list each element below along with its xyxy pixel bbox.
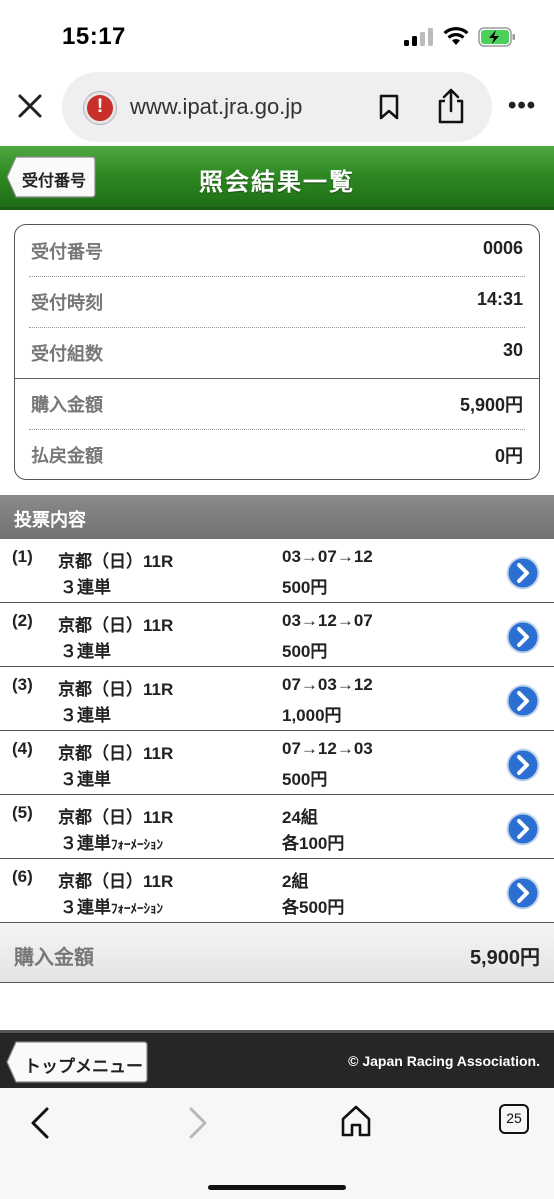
summary-value: 14:31: [476, 289, 523, 309]
summary-label: 払戻金額: [31, 446, 103, 466]
bet-type: ３連単: [60, 706, 111, 725]
browser-toolbar: 25: [0, 1088, 554, 1199]
bet-number: (2): [12, 611, 33, 630]
bet-row[interactable]: (5) 京都（日）11R ３連単ﾌｫｰﾒｰｼｮﾝ 24組 各100円: [0, 795, 554, 859]
security-warning-icon[interactable]: [84, 92, 116, 124]
chevron-right-icon[interactable]: [506, 876, 540, 910]
summary-label: 受付番号: [31, 242, 103, 262]
home-indicator: [208, 1185, 346, 1190]
bet-amount: 各500円: [282, 898, 345, 917]
tabs-icon[interactable]: 25: [499, 1104, 529, 1134]
close-icon[interactable]: [16, 92, 44, 120]
chevron-right-icon[interactable]: [506, 748, 540, 782]
bet-row[interactable]: (3) 京都（日）11R ３連単 07→03→12 1,000円: [0, 667, 554, 731]
bet-number: (4): [12, 739, 33, 758]
total-value: 5,900円: [469, 947, 540, 969]
summary-value: 0円: [494, 446, 523, 466]
bet-number: (6): [12, 867, 33, 886]
copyright: © Japan Racing Association.: [348, 1053, 540, 1069]
bookmark-icon[interactable]: [378, 94, 400, 120]
page-title: 照会結果一覧: [199, 169, 355, 196]
bet-number: (3): [12, 675, 33, 694]
summary-row: 受付組数 30: [15, 327, 539, 378]
chevron-right-icon[interactable]: [506, 684, 540, 718]
share-icon[interactable]: [436, 88, 466, 124]
top-menu-button[interactable]: トップメニュー: [6, 1041, 148, 1083]
bet-row[interactable]: (6) 京都（日）11R ３連単ﾌｫｰﾒｰｼｮﾝ 2組 各500円: [0, 859, 554, 923]
summary-label: 購入金額: [31, 395, 103, 415]
chevron-right-icon[interactable]: [506, 620, 540, 654]
bet-type: ３連単: [60, 642, 111, 661]
more-options-icon[interactable]: •••: [508, 94, 536, 118]
section-header: 投票内容: [0, 495, 554, 539]
bet-amount: 1,000円: [282, 706, 342, 725]
summary-row: 受付番号 0006: [15, 225, 539, 276]
bet-amount: 500円: [282, 770, 328, 789]
status-time: 15:17: [62, 23, 126, 50]
home-icon[interactable]: [340, 1104, 372, 1138]
summary-row: 受付時刻 14:31: [15, 276, 539, 327]
bet-selection: 07→03→12: [282, 675, 373, 694]
bet-race: 京都（日）11R: [58, 808, 174, 827]
address-bar[interactable]: www.ipat.jra.go.jp: [62, 72, 492, 142]
bet-race: 京都（日）11R: [58, 744, 174, 763]
bet-type: ３連単: [60, 770, 111, 789]
section-title: 投票内容: [14, 510, 86, 530]
page-header: 受付番号 照会結果一覧: [0, 146, 554, 210]
bet-race: 京都（日）11R: [58, 872, 174, 891]
summary-label: 受付時刻: [31, 293, 103, 313]
bet-type: ３連単ﾌｫｰﾒｰｼｮﾝ: [60, 898, 163, 917]
summary-box: 受付番号 0006 受付時刻 14:31 受付組数 30 購入金額 5,900円…: [14, 224, 540, 480]
total-row: 購入金額 5,900円: [0, 923, 554, 983]
bet-amount: 500円: [282, 578, 328, 597]
status-bar: 15:17: [0, 0, 554, 70]
bet-type: ３連単: [60, 578, 111, 597]
bet-selection: 03→12→07: [282, 611, 373, 630]
summary-row: 払戻金額 0円: [15, 429, 539, 479]
back-arrow-icon[interactable]: [28, 1106, 52, 1140]
footer: トップメニュー © Japan Racing Association.: [0, 1030, 554, 1088]
bet-row[interactable]: (1) 京都（日）11R ３連単 03→07→12 500円: [0, 539, 554, 603]
bet-number: (5): [12, 803, 33, 822]
bet-type: ３連単ﾌｫｰﾒｰｼｮﾝ: [60, 834, 163, 853]
battery-charging-icon: [478, 27, 515, 47]
summary-row: 購入金額 5,900円: [15, 378, 539, 429]
bet-selection: 2組: [282, 872, 309, 891]
summary-label: 受付組数: [31, 344, 103, 364]
browser-bar: www.ipat.jra.go.jp •••: [0, 70, 554, 146]
summary-value: 0006: [482, 238, 523, 258]
cellular-signal-icon: [404, 28, 434, 46]
bet-selection: 24組: [282, 808, 318, 827]
bet-race: 京都（日）11R: [58, 616, 174, 635]
chevron-right-icon[interactable]: [506, 556, 540, 590]
bet-race: 京都（日）11R: [58, 552, 174, 571]
top-menu-label: トップメニュー: [24, 1057, 143, 1076]
bet-amount: 各100円: [282, 834, 345, 853]
total-label: 購入金額: [14, 947, 94, 969]
bet-selection: 07→12→03: [282, 739, 373, 758]
chevron-right-icon[interactable]: [506, 812, 540, 846]
bet-amount: 500円: [282, 642, 328, 661]
bet-row[interactable]: (4) 京都（日）11R ３連単 07→12→03 500円: [0, 731, 554, 795]
bet-number: (1): [12, 547, 33, 566]
forward-arrow-icon[interactable]: [186, 1106, 210, 1140]
bet-selection: 03→07→12: [282, 547, 373, 566]
summary-value: 5,900円: [459, 395, 523, 415]
bet-row[interactable]: (2) 京都（日）11R ３連単 03→12→07 500円: [0, 603, 554, 667]
url-text[interactable]: www.ipat.jra.go.jp: [130, 94, 302, 120]
wifi-icon: [443, 26, 469, 45]
summary-value: 30: [502, 340, 523, 360]
bet-race: 京都（日）11R: [58, 680, 174, 699]
